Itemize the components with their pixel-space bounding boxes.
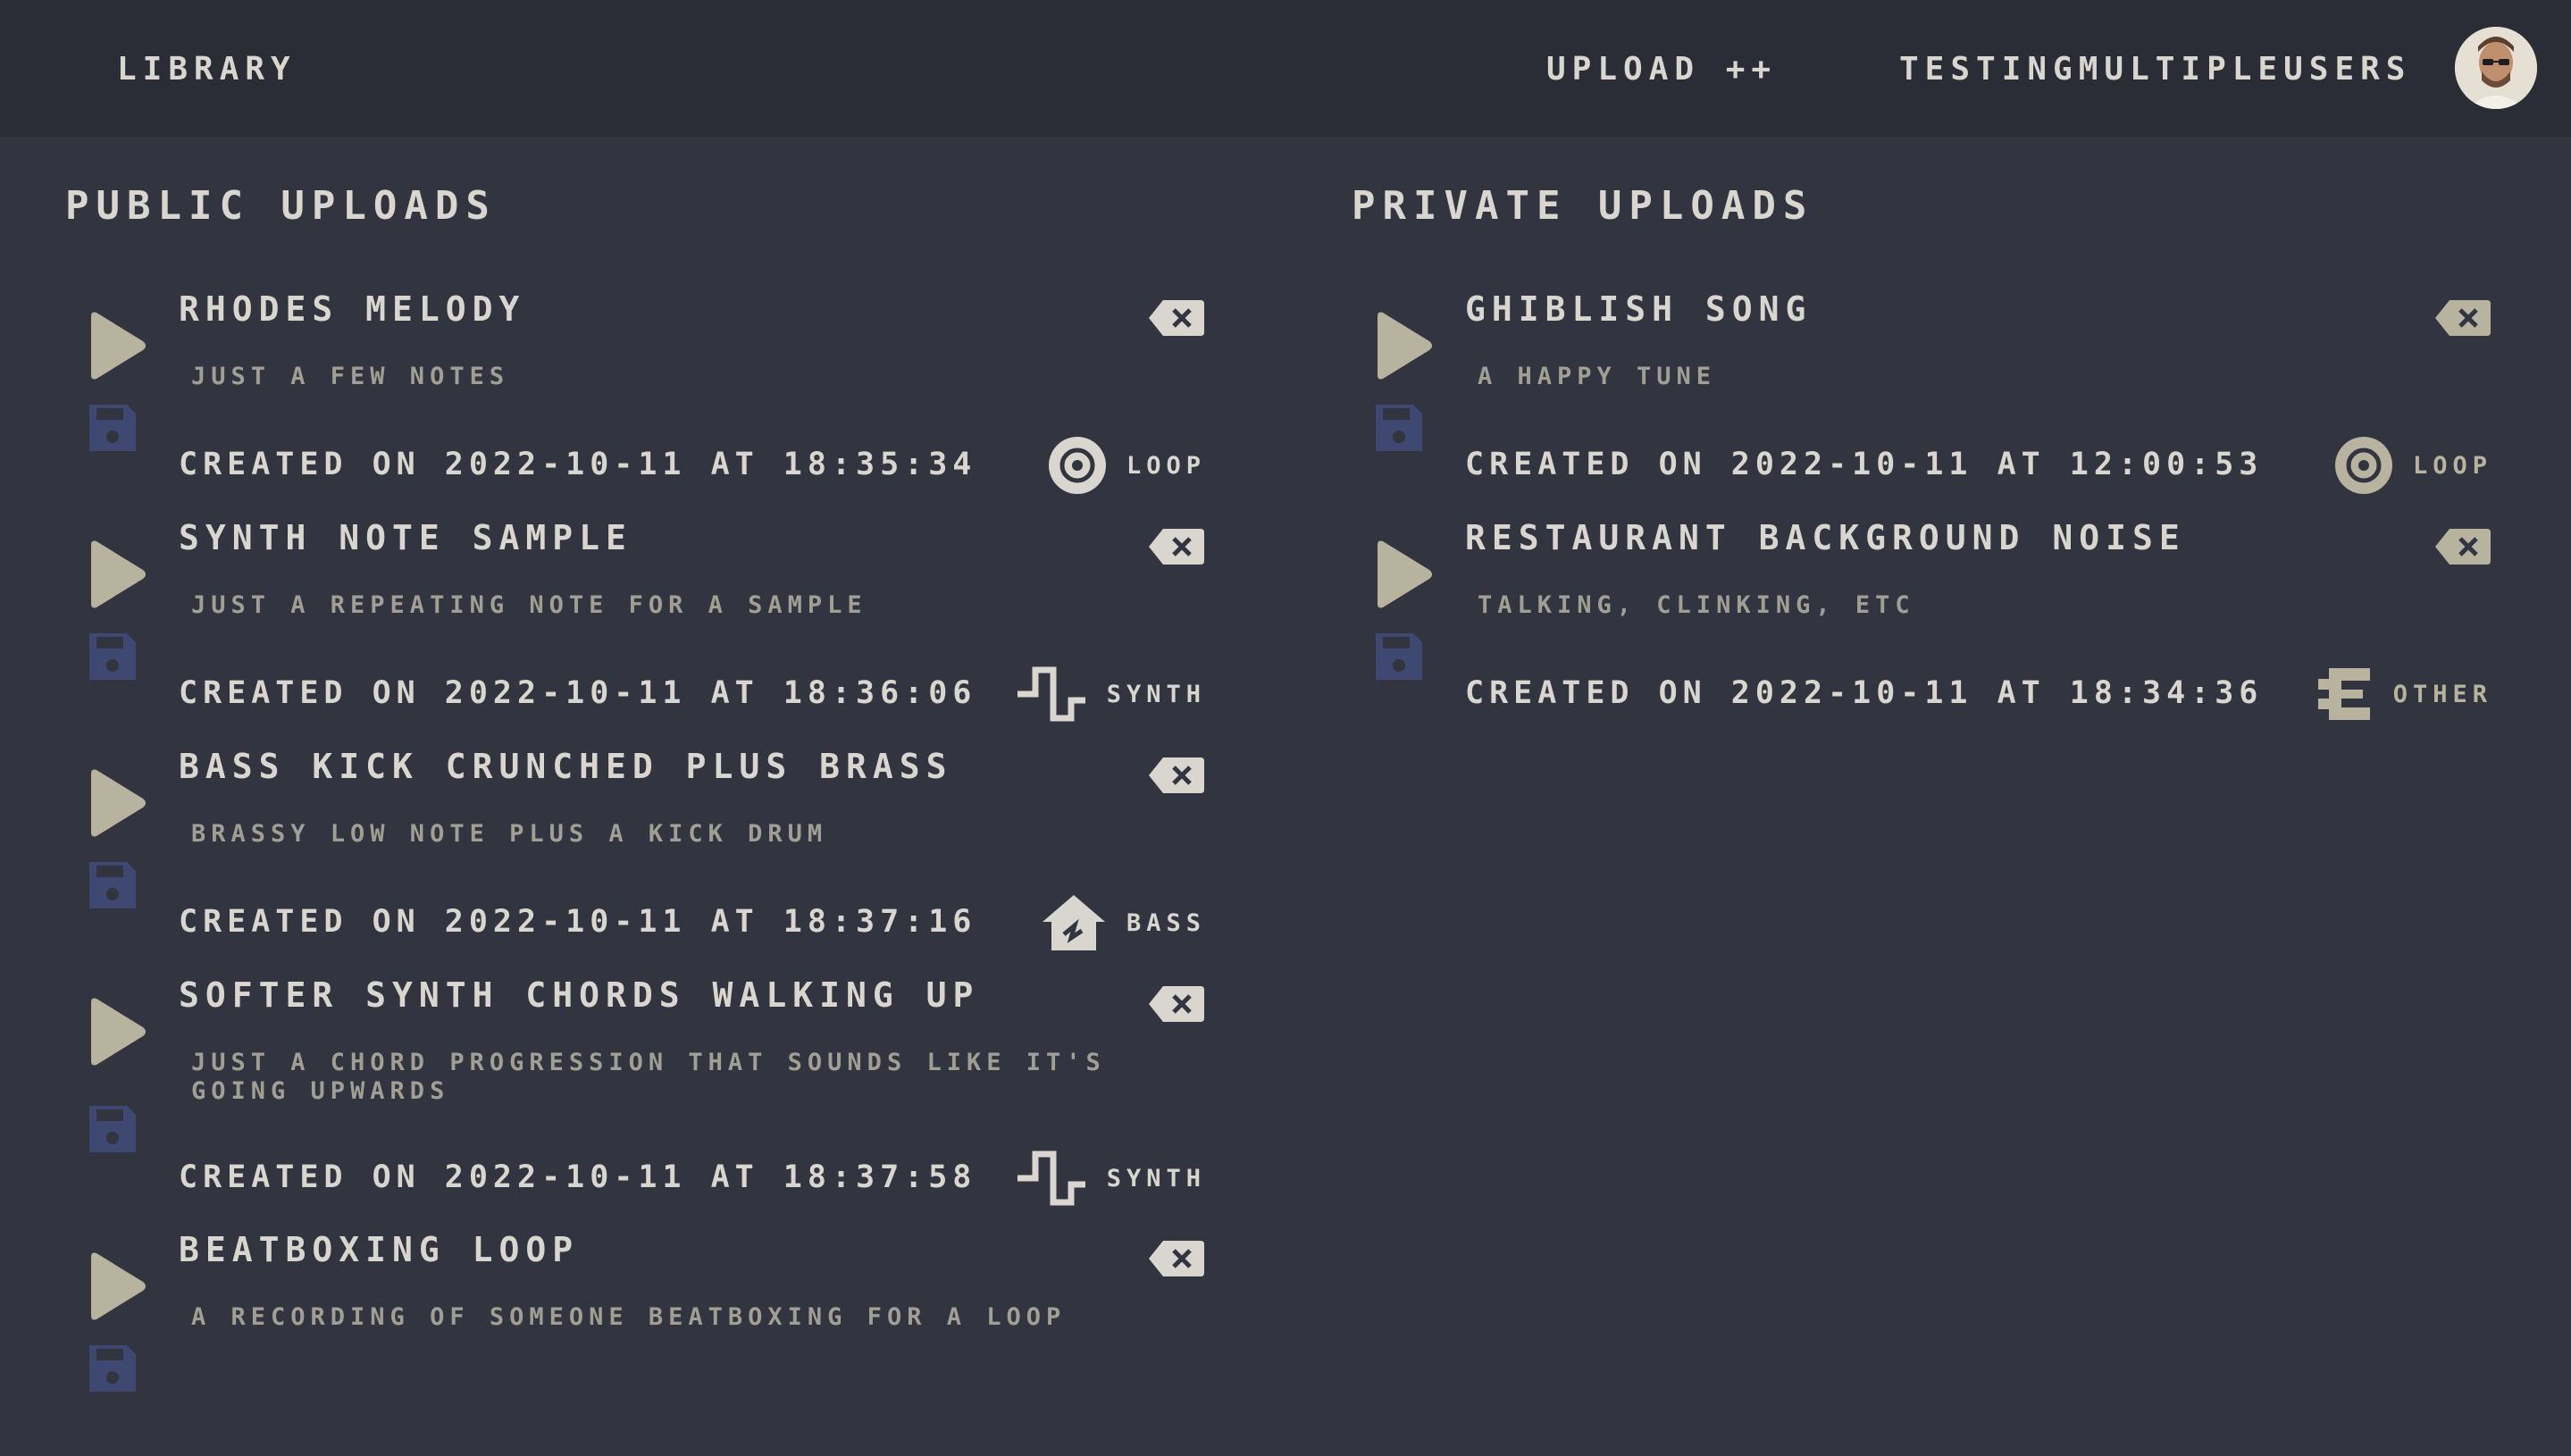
upload-created-date: CREATED ON 2022-10-11 AT 18:35:34 [179,447,977,482]
save-icon[interactable] [84,399,141,456]
play-icon[interactable] [1374,305,1445,386]
synth-wave-icon [1017,666,1085,722]
upload-card: SYNTH NOTE SAMPLE JUST A REPEATING NOTE … [88,516,1249,744]
upload-description: JUST A CHORD PROGRESSION THAT SOUNDS LIK… [191,1049,1106,1105]
upload-created-date: CREATED ON 2022-10-11 AT 18:37:16 [179,904,977,940]
category-label: OTHER [2392,680,2492,708]
save-icon[interactable] [1370,399,1428,456]
upload-description: TALKING, CLINKING, ETC [1478,591,1915,619]
public-uploads-title: PUBLIC UPLOADS [65,183,497,229]
upload-title: BASS KICK CRUNCHED PLUS BRASS [179,747,953,786]
category-label: SYNTH [1106,1164,1206,1192]
save-icon[interactable] [84,1340,141,1397]
category-badge: LOOP [2334,434,2492,497]
category-label: LOOP [2412,451,2492,480]
upload-card: RHODES MELODY JUST A FEW NOTES CREATED O… [88,288,1249,515]
play-icon[interactable] [88,992,159,1072]
play-icon[interactable] [88,763,159,843]
play-icon[interactable] [1374,534,1445,615]
upload-description: A HAPPY TUNE [1478,363,1717,390]
nav-library-link[interactable]: LIBRARY [117,50,297,89]
delete-icon[interactable] [1147,298,1206,338]
upload-card: BEATBOXING LOOP A RECORDING OF SOMEONE B… [88,1228,1249,1456]
delete-icon[interactable] [1147,756,1206,795]
upload-card: RESTAURANT BACKGROUND NOISE TALKING, CLI… [1374,516,2535,744]
upload-created-date: CREATED ON 2022-10-11 AT 18:34:36 [1465,675,2264,711]
category-badge: LOOP [1048,434,1206,497]
category-label: BASS [1126,908,1206,937]
loop-icon [1048,437,1106,494]
category-label: LOOP [1126,451,1206,480]
category-label: SYNTH [1106,680,1206,708]
play-icon[interactable] [88,1246,159,1326]
upload-card: GHIBLISH SONG A HAPPY TUNE CREATED ON 20… [1374,288,2535,515]
upload-description: BRASSY LOW NOTE PLUS A KICK DRUM [191,820,828,848]
delete-icon[interactable] [1147,1239,1206,1278]
category-badge: OTHER [2315,663,2492,725]
other-icon [2317,668,2370,720]
category-badge: SYNTH [1016,663,1206,725]
upload-title: BEATBOXING LOOP [179,1230,580,1269]
loop-icon [2334,437,2392,494]
upload-card: BASS KICK CRUNCHED PLUS BRASS BRASSY LOW… [88,745,1249,973]
nav-upload-link[interactable]: UPLOAD ++ [1546,50,1777,89]
delete-icon[interactable] [2433,298,2492,338]
upload-title: SYNTH NOTE SAMPLE [179,518,632,557]
upload-title: SOFTER SYNTH CHORDS WALKING UP [179,975,980,1015]
play-icon[interactable] [88,534,159,615]
upload-description: JUST A FEW NOTES [191,363,510,390]
delete-icon[interactable] [1147,984,1206,1024]
category-badge: BASS [1041,891,1206,954]
play-icon[interactable] [88,305,159,386]
top-navbar: LIBRARY UPLOAD ++ TESTINGMULTIPLEUSERS [0,0,2571,137]
upload-description: JUST A REPEATING NOTE FOR A SAMPLE [191,591,867,619]
delete-icon[interactable] [2433,527,2492,566]
upload-title: GHIBLISH SONG [1465,289,1813,329]
upload-title: RESTAURANT BACKGROUND NOISE [1465,518,2186,557]
save-icon[interactable] [1370,628,1428,685]
upload-created-date: CREATED ON 2022-10-11 AT 18:36:06 [179,675,977,711]
delete-icon[interactable] [1147,527,1206,566]
nav-username-link[interactable]: TESTINGMULTIPLEUSERS [1899,50,2411,89]
user-avatar[interactable] [2455,27,2537,109]
private-uploads-title: PRIVATE UPLOADS [1352,183,1814,229]
save-icon[interactable] [84,628,141,685]
save-icon[interactable] [84,857,141,914]
category-badge: SYNTH [1016,1147,1206,1209]
save-icon[interactable] [84,1100,141,1158]
upload-created-date: CREATED ON 2022-10-11 AT 18:37:58 [179,1159,977,1195]
synth-wave-icon [1017,1151,1085,1206]
upload-description: A RECORDING OF SOMEONE BEATBOXING FOR A … [191,1303,1067,1331]
bass-house-icon [1042,895,1105,950]
upload-card: SOFTER SYNTH CHORDS WALKING UP JUST A CH… [88,974,1249,1206]
upload-created-date: CREATED ON 2022-10-11 AT 12:00:53 [1465,447,2264,482]
upload-title: RHODES MELODY [179,289,526,329]
